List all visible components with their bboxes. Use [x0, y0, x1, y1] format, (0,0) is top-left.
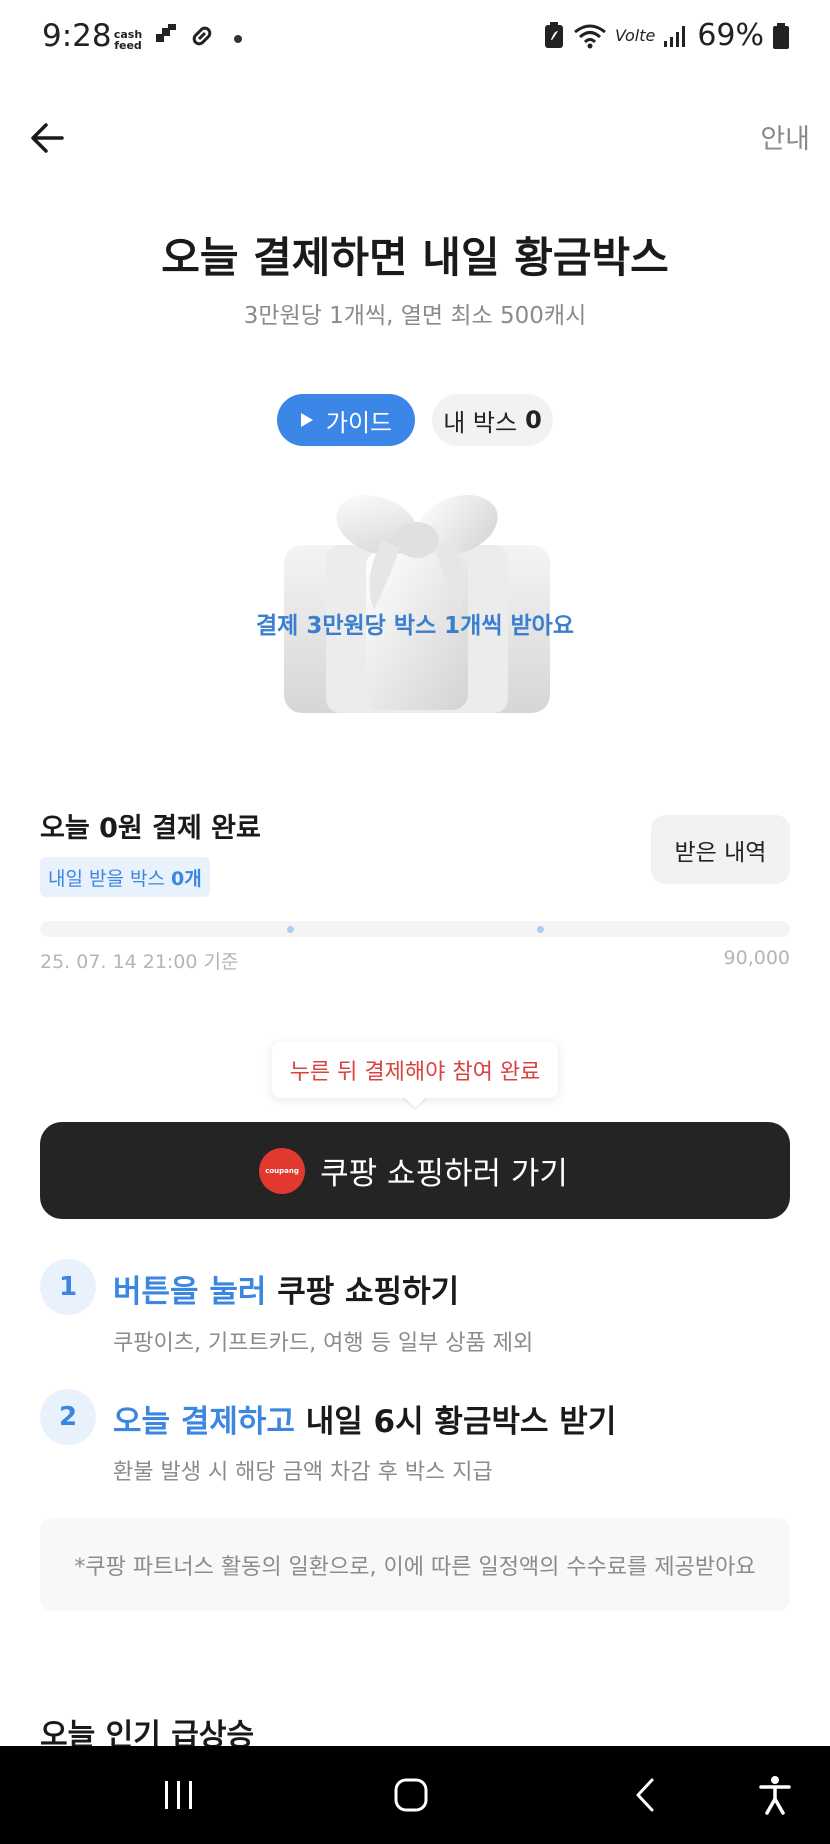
history-button[interactable]: 받은 내역 — [651, 815, 790, 884]
step-1-number: 1 — [40, 1259, 96, 1315]
app-notification-icon — [156, 24, 176, 42]
accessibility-button[interactable] — [720, 1746, 830, 1844]
my-box-count: 0 — [525, 406, 542, 434]
signal-icon — [664, 25, 686, 47]
pill-icon — [192, 26, 212, 46]
today-payment-status: 오늘 0원 결제 완료 — [40, 813, 261, 844]
tomorrow-box-badge: 내일 받을 박스 0개 — [40, 857, 210, 897]
battery-icon — [773, 22, 789, 49]
progress-milestone-dot — [537, 926, 544, 933]
gift-box-caption: 결제 3만원당 박스 1개씩 받아요 — [256, 613, 574, 639]
battery-saver-icon — [544, 21, 563, 48]
step-2-number: 2 — [40, 1389, 96, 1445]
play-icon — [300, 413, 313, 427]
progress-milestone-dot — [287, 926, 294, 933]
cashfeed-icon: cash feed — [113, 28, 143, 52]
arrow-left-icon — [31, 123, 64, 153]
my-box-button[interactable]: 내 박스 0 — [432, 394, 553, 446]
participation-tooltip: 누른 뒤 결제해야 참여 완료 — [272, 1042, 558, 1098]
guide-button[interactable]: 가이드 — [277, 394, 415, 446]
step-2-title: 오늘 결제하고 내일 6시 황금박스 받기 — [113, 1404, 617, 1440]
recent-apps-button[interactable] — [124, 1746, 234, 1844]
coupang-shopping-label: 쿠팡 쇼핑하러 가기 — [320, 1156, 568, 1192]
status-time: 9:28 — [42, 18, 112, 54]
status-bar: 9:28 cash feed Volte 69% — [0, 0, 830, 80]
progress-max: 90,000 — [723, 947, 790, 969]
status-right: Volte 69% — [543, 18, 790, 53]
gift-box-image — [284, 495, 550, 713]
home-icon — [394, 1778, 428, 1812]
tooltip-arrow — [403, 1096, 427, 1108]
payment-progress-bar — [40, 921, 790, 937]
progress-date: 25. 07. 14 21:00 기준 — [40, 951, 239, 973]
notification-dot — [234, 35, 242, 43]
page-title: 오늘 결제하면 내일 황금박스 — [161, 233, 669, 282]
battery-percent: 69% — [697, 18, 764, 53]
recent-apps-icon — [165, 1781, 192, 1809]
page-subtitle: 3만원당 1개씩, 열면 최소 500캐시 — [243, 303, 587, 329]
tomorrow-box-count: 0개 — [171, 867, 202, 890]
volte-indicator: Volte — [614, 26, 656, 45]
my-box-label: 내 박스 — [443, 408, 518, 437]
guide-button-label: 가이드 — [325, 408, 393, 437]
system-nav-bar — [0, 1746, 830, 1844]
partners-notice: *쿠팡 파트너스 활동의 일환으로, 이에 따른 일정액의 수수료를 제공받아요 — [40, 1518, 790, 1611]
wifi-icon — [574, 24, 606, 48]
step-1-title: 버튼을 눌러 쿠팡 쇼핑하기 — [113, 1274, 460, 1310]
accessibility-icon — [759, 1776, 791, 1815]
step-1-description: 쿠팡이츠, 기프트카드, 여행 등 일부 상품 제외 — [113, 1331, 534, 1356]
nav-back-button[interactable] — [590, 1746, 700, 1844]
tomorrow-box-label: 내일 받을 박스 — [48, 867, 171, 890]
back-button[interactable] — [28, 116, 72, 160]
step-2-description: 환불 발생 시 해당 금액 차감 후 박스 지급 — [113, 1460, 493, 1485]
home-button[interactable] — [356, 1746, 466, 1844]
coupang-shopping-button[interactable]: coupang 쿠팡 쇼핑하러 가기 — [40, 1122, 790, 1219]
info-link[interactable]: 안내 — [760, 117, 810, 156]
back-chevron-icon — [636, 1778, 654, 1812]
coupang-logo: coupang — [262, 1150, 303, 1191]
